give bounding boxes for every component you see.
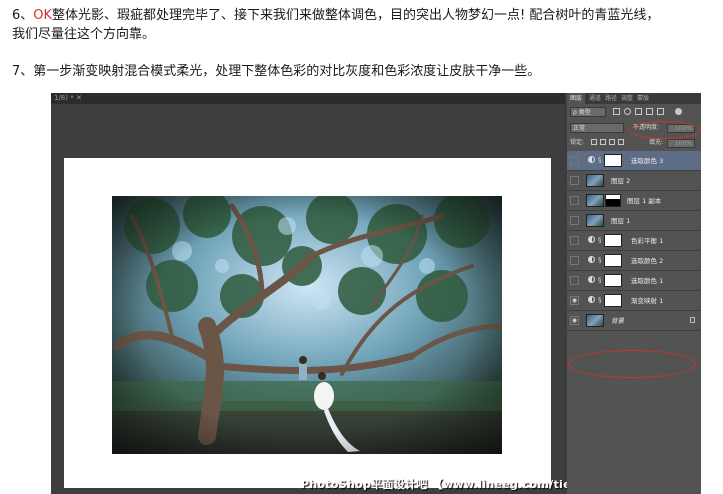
layer-thumbnail: [586, 214, 604, 227]
link-chain-icon: §: [598, 296, 602, 304]
lock-label: 锁定:: [570, 139, 585, 146]
step-6-prefix: 6、: [12, 8, 34, 23]
layer-name: 选取颜色 2: [631, 257, 664, 265]
lock-icon: [690, 317, 695, 323]
photoshop-window: 1/8) * ✕ PhotoShop平面设计吧 【www.lineeg.com/…: [51, 93, 701, 494]
filter-smart-object-icon[interactable]: [657, 108, 664, 115]
gradient-map-highlight-ring: [568, 350, 696, 378]
layer-name: 图层 1: [611, 217, 631, 225]
filter-type-select[interactable]: ρ 类型: [570, 107, 606, 117]
layer-thumbnail: [586, 174, 604, 187]
layer-1[interactable]: 图层 1: [567, 211, 701, 231]
layer-gradient-map-1[interactable]: ◉ § 渐变映射 1: [567, 291, 701, 311]
layer-mask-thumbnail[interactable]: [604, 234, 622, 247]
filter-toggle-icon[interactable]: [675, 108, 682, 115]
visibility-toggle-icon[interactable]: [570, 176, 579, 185]
visibility-toggle-icon[interactable]: [570, 216, 579, 225]
layer-name: 图层 2: [611, 177, 631, 185]
layer-thumbnail: [586, 194, 604, 207]
layers-panel: 图层 通道 路径 调整 蒙版 ρ 类型 正常 不透明度: 100% 锁定: 填充…: [567, 93, 701, 494]
document-tab-label: 1/8) * ✕: [54, 94, 82, 102]
layer-thumbnail: [586, 314, 604, 327]
tree-photo: [112, 196, 502, 454]
lock-row: 锁定: 填充: 100%: [567, 136, 701, 150]
layer-mask-thumbnail[interactable]: [604, 294, 622, 307]
layer-color-balance-1[interactable]: § 色彩平衡 1: [567, 231, 701, 251]
visibility-toggle-icon[interactable]: [570, 156, 579, 165]
step-6-paragraph-line2: 我们尽量往这个方向靠。: [12, 27, 156, 42]
visibility-toggle-icon[interactable]: [570, 236, 579, 245]
layer-name: 图层 1 副本: [627, 197, 662, 205]
canvas-area[interactable]: PhotoShop平面设计吧 【www.lineeg.com/tieba/178…: [51, 104, 634, 494]
eye-icon[interactable]: ◉: [570, 296, 579, 305]
lock-all-icon[interactable]: [618, 139, 624, 145]
layer-name: 渐变映射 1: [631, 297, 664, 305]
layer-filter-row: ρ 类型: [567, 106, 701, 120]
lock-transparent-icon[interactable]: [591, 139, 597, 145]
adjustment-layer-icon: [588, 296, 595, 303]
fill-field[interactable]: 100%: [667, 139, 695, 148]
layer-name: 选取颜色 1: [631, 277, 664, 285]
document-tab[interactable]: 1/8) * ✕: [51, 93, 565, 104]
fill-label: 填充:: [649, 139, 664, 146]
layer-selective-color-2[interactable]: § 选取颜色 2: [567, 251, 701, 271]
layer-name: 色彩平衡 1: [631, 237, 664, 245]
step-6-paragraph-line1: 6、OK整体光影、瑕疵都处理完毕了、接下来我们来做整体调色，目的突出人物梦幻一点…: [12, 6, 659, 25]
layer-selective-color-1[interactable]: § 选取颜色 1: [567, 271, 701, 291]
visibility-toggle-icon[interactable]: [570, 256, 579, 265]
opacity-highlight-ring: [628, 121, 701, 139]
layer-mask-thumbnail[interactable]: [604, 254, 622, 267]
tab-masks[interactable]: 蒙版: [637, 93, 649, 104]
tree-photo-art: [112, 196, 502, 454]
adjustment-layer-icon: [588, 256, 595, 263]
lock-pixels-icon[interactable]: [600, 139, 606, 145]
layer-2[interactable]: 图层 2: [567, 171, 701, 191]
visibility-toggle-icon[interactable]: [570, 276, 579, 285]
tab-layers[interactable]: 图层: [567, 93, 586, 104]
panel-tabs: 图层 通道 路径 调整 蒙版: [567, 93, 701, 104]
filter-type-icon[interactable]: [635, 108, 642, 115]
tab-channels[interactable]: 通道: [589, 93, 601, 104]
layer-name: 背景: [611, 317, 624, 325]
filter-shape-icon[interactable]: [646, 108, 653, 115]
blend-mode-select[interactable]: 正常: [570, 123, 624, 133]
layer-background[interactable]: ◉ 背景: [567, 311, 701, 331]
adjustment-layer-icon: [588, 276, 595, 283]
step-7-paragraph: 7、第一步渐变映射混合模式柔光，处理下整体色彩的对比灰度和色彩浓度让皮肤干净一些…: [12, 64, 541, 79]
layer-selective-color-3[interactable]: § 选取颜色 3: [567, 151, 701, 171]
layer-mask-thumbnail[interactable]: [604, 274, 622, 287]
eye-icon[interactable]: ◉: [570, 316, 579, 325]
step-6-line1: 整体光影、瑕疵都处理完毕了、接下来我们来做整体调色，目的突出人物梦幻一点! 配合…: [52, 8, 660, 23]
link-chain-icon: §: [598, 256, 602, 264]
filter-adjustment-icon[interactable]: [624, 108, 631, 115]
filter-pixel-icon[interactable]: [613, 108, 620, 115]
link-chain-icon: §: [598, 156, 602, 164]
visibility-toggle-icon[interactable]: [570, 196, 579, 205]
layers-list: § 选取颜色 3 图层 2 图层 1 副本 图层 1 § 色彩平衡 1 § 选取…: [567, 151, 701, 331]
adjustment-layer-icon: [588, 156, 595, 163]
document-canvas[interactable]: [64, 158, 551, 488]
layer-mask-thumbnail[interactable]: [605, 194, 621, 207]
tab-adjustments[interactable]: 调整: [621, 93, 633, 104]
link-chain-icon: §: [598, 276, 602, 284]
layer-1-copy[interactable]: 图层 1 副本: [567, 191, 701, 211]
link-chain-icon: §: [598, 236, 602, 244]
adjustment-layer-icon: [588, 236, 595, 243]
lock-position-icon[interactable]: [609, 139, 615, 145]
layer-name: 选取颜色 3: [631, 157, 664, 165]
ok-text: OK: [33, 8, 53, 23]
tab-paths[interactable]: 路径: [605, 93, 617, 104]
layer-mask-thumbnail[interactable]: [604, 154, 622, 167]
